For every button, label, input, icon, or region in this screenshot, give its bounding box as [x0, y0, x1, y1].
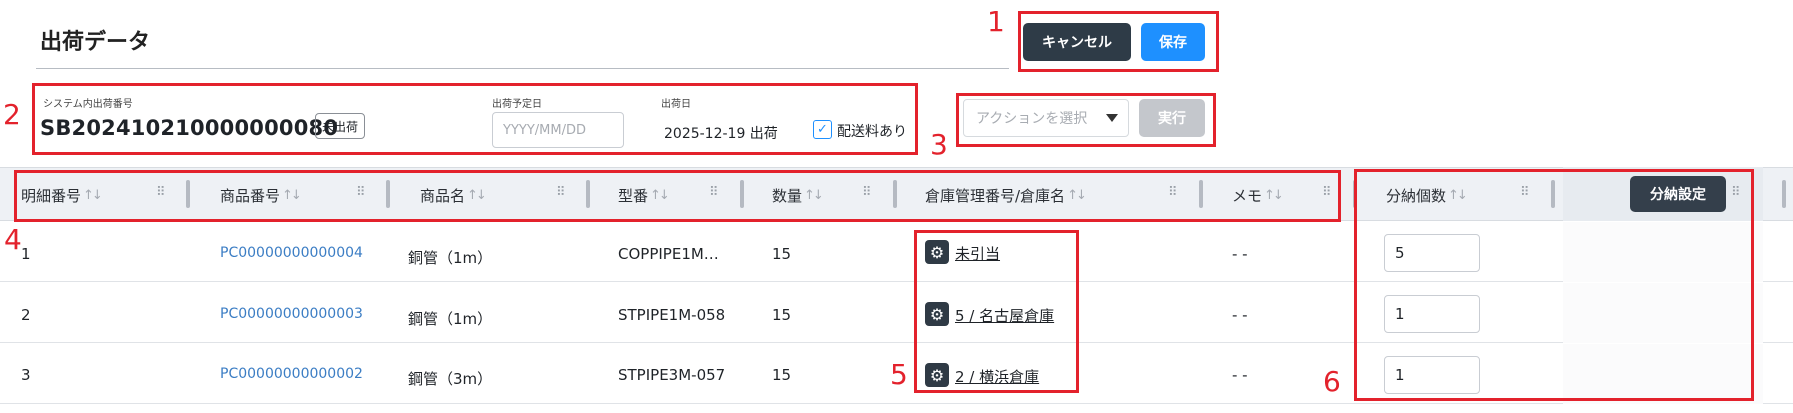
annotation-label-2: 2 — [3, 98, 21, 131]
highlight-box-1 — [1018, 11, 1219, 72]
column-resizer[interactable] — [1782, 180, 1786, 208]
product-name: 鋼管（3m） — [408, 370, 493, 388]
annotation-label-4: 4 — [4, 223, 22, 256]
product-no-link[interactable]: PC00000000000004 — [220, 245, 363, 261]
qty: 15 — [772, 245, 792, 263]
product-name: 鋼管（1m） — [408, 310, 493, 328]
highlight-box-4 — [14, 170, 1341, 222]
page-title: 出荷データ — [40, 30, 151, 55]
line-no: 1 — [21, 245, 31, 263]
memo: - - — [1232, 306, 1248, 324]
memo: - - — [1232, 245, 1248, 263]
highlight-box-6 — [1354, 169, 1754, 401]
title-divider — [36, 68, 1009, 69]
line-no: 2 — [21, 306, 31, 324]
model-no: STPIPE1M-058 — [618, 306, 726, 324]
model-no: STPIPE3M-057 — [618, 366, 726, 384]
qty: 15 — [772, 306, 792, 324]
annotation-label-6: 6 — [1323, 365, 1341, 398]
qty: 15 — [772, 366, 792, 384]
product-no-link[interactable]: PC00000000000003 — [220, 306, 363, 322]
annotation-label-5: 5 — [890, 358, 908, 391]
annotation-label-1: 1 — [987, 5, 1005, 38]
highlight-box-5 — [914, 230, 1079, 393]
highlight-box-2 — [32, 83, 918, 155]
highlight-box-3 — [956, 93, 1216, 147]
annotation-label-3: 3 — [930, 128, 948, 161]
memo: - - — [1232, 366, 1248, 384]
product-name: 銅管（1m） — [408, 249, 493, 267]
line-no: 3 — [21, 366, 31, 384]
model-no: COPPIPE1M… — [618, 245, 719, 263]
product-no-link[interactable]: PC00000000000002 — [220, 366, 363, 382]
